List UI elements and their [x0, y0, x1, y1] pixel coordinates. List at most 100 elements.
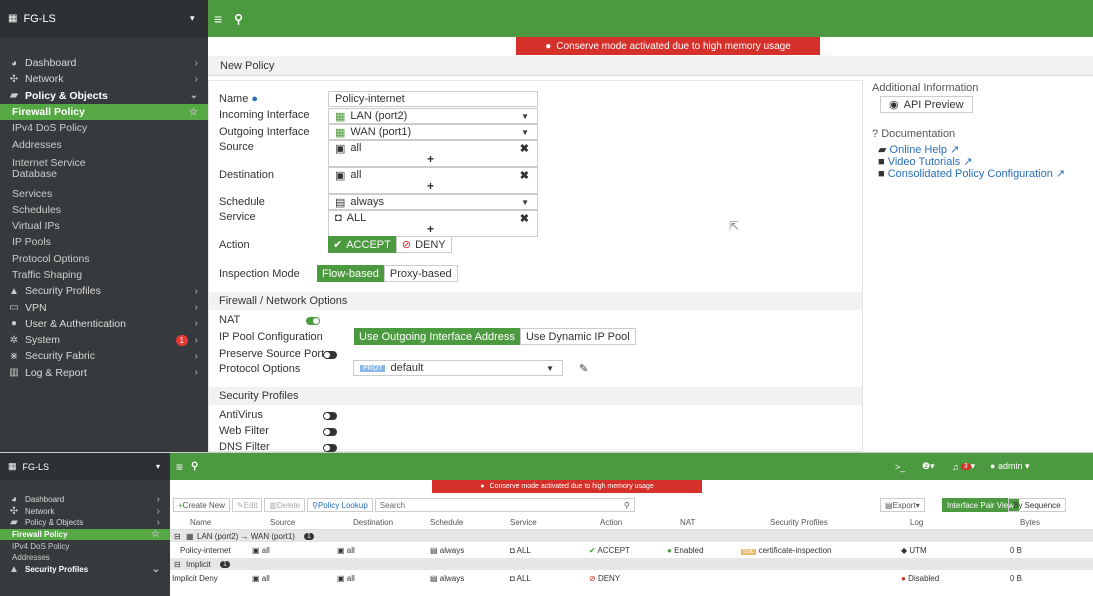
- sidebar-item-ip-pools[interactable]: IP Pools: [0, 234, 208, 250]
- antivirus-toggle[interactable]: [323, 412, 337, 420]
- add-service-icon[interactable]: +: [427, 222, 434, 236]
- column-header-action[interactable]: Action: [600, 518, 622, 527]
- notification-badge: 1: [175, 334, 188, 346]
- sidebar-item-firewall-policy[interactable]: Firewall Policy ☆: [0, 528, 170, 541]
- sidebar-item-log-report[interactable]: ▥ Log & Report ›: [0, 365, 208, 381]
- sidebar-item-dashboard[interactable]: ◕ Dashboard ›: [0, 55, 208, 71]
- table-row[interactable]: Implicit Deny ▣ all ▣ all ▤ always ◘ ALL…: [170, 571, 1093, 585]
- edit-pencil-icon[interactable]: ✎: [579, 362, 588, 375]
- search-icon[interactable]: ⚲: [191, 461, 198, 472]
- port-icon: ▦: [335, 126, 346, 139]
- remove-icon[interactable]: ✖: [520, 142, 529, 155]
- notifications-bell[interactable]: ♫ 3 ▾: [952, 461, 975, 472]
- export-button[interactable]: ▤ Export ▾: [880, 498, 925, 512]
- address-icon: ▣: [335, 170, 346, 182]
- documentation-title: ? Documentation: [872, 128, 956, 140]
- sidebar-item-internet-service-database[interactable]: Internet Service Database: [0, 153, 208, 186]
- sidebar-item-protocol-options[interactable]: Protocol Options: [0, 251, 208, 267]
- column-header-security-profiles[interactable]: Security Profiles: [770, 518, 828, 527]
- api-preview-button[interactable]: ◉ API Preview: [880, 96, 973, 113]
- sidebar-item-policy-objects[interactable]: ▰ Policy & Objects ⌄: [0, 88, 208, 104]
- sidebar-item-security-profiles[interactable]: ▲ Security Profiles ›: [0, 283, 208, 299]
- column-header-schedule[interactable]: Schedule: [430, 518, 463, 527]
- name-field[interactable]: Policy-internet: [328, 91, 538, 107]
- column-header-nat[interactable]: NAT: [680, 518, 695, 527]
- sidebar-item-traffic-shaping[interactable]: Traffic Shaping: [0, 267, 208, 283]
- consolidated-policy-link[interactable]: ■ Consolidated Policy Configuration ↗: [878, 167, 1065, 180]
- schedule-select[interactable]: ▤ always ▼: [328, 194, 538, 210]
- sidebar-item-ipv4-dos-policy[interactable]: IPv4 DoS Policy: [0, 120, 208, 136]
- column-header-bytes[interactable]: Bytes: [1020, 518, 1040, 527]
- search-input[interactable]: Search ⚲: [374, 498, 635, 512]
- remove-icon[interactable]: ✖: [520, 169, 529, 182]
- chevron-icon: ›: [194, 302, 198, 314]
- search-icon[interactable]: ⚲: [234, 12, 243, 26]
- favorite-star-icon[interactable]: ☆: [151, 529, 160, 540]
- column-header-source[interactable]: Source: [270, 518, 295, 527]
- column-header-service[interactable]: Service: [510, 518, 537, 527]
- group-row[interactable]: ⊟ ▦ LAN (port2) → WAN (port1) 1: [170, 530, 1093, 542]
- device-menu-chevron-icon[interactable]: ▾: [190, 13, 195, 24]
- sidebar-item-user-authentication[interactable]: ● User & Authentication ›: [0, 316, 208, 332]
- proxy-based-button[interactable]: Proxy-based: [383, 265, 458, 282]
- cell-name: Policy-internet: [180, 545, 231, 555]
- sidebar-item-security-fabric[interactable]: ⋇ Security Fabric ›: [0, 348, 208, 364]
- sidebar: ▦ FG-LS ▾ ◕ Dashboard › ✣ Network › ▰ Policy & …: [0, 453, 170, 596]
- deny-button[interactable]: ⊘ DENY: [395, 236, 452, 253]
- delete-button[interactable]: ▥ Delete: [264, 498, 306, 512]
- device-menu-chevron-icon[interactable]: ▾: [156, 462, 160, 471]
- incoming-interface-select[interactable]: ▦ LAN (port2) ▼: [328, 108, 538, 124]
- sidebar-item-addresses[interactable]: Addresses: [0, 136, 208, 152]
- favorite-star-icon[interactable]: ☆: [189, 107, 198, 118]
- remove-icon[interactable]: ✖: [520, 212, 529, 225]
- security-profiles-section: Security Profiles: [209, 387, 862, 405]
- add-source-icon[interactable]: +: [427, 152, 434, 166]
- sidebar-item-firewall-policy[interactable]: Firewall Policy ☆: [0, 103, 208, 121]
- column-header-log[interactable]: Log: [910, 518, 923, 527]
- flow-based-button[interactable]: Flow-based: [317, 265, 384, 282]
- policy-lookup-button[interactable]: ⚲ Policy Lookup: [307, 498, 373, 512]
- service-field[interactable]: ◘ ALL ✖ +: [328, 210, 538, 237]
- sidebar-item-virtual-ips[interactable]: Virtual IPs: [0, 218, 208, 234]
- sidebar-item-security-profiles[interactable]: ▲ Security Profiles ⌄: [0, 564, 170, 576]
- sidebar-item-addresses[interactable]: Addresses: [0, 552, 170, 564]
- table-row[interactable]: Policy-internet ▣ all ▣ all ▤ always ◘ A…: [170, 543, 1093, 557]
- sidebar-item-network[interactable]: ✣ Network ›: [0, 506, 170, 518]
- add-destination-icon[interactable]: +: [427, 179, 434, 193]
- destination-field[interactable]: ▣ all ✖ +: [328, 167, 538, 194]
- create-new-button[interactable]: + Create New: [173, 498, 230, 512]
- by-sequence-button[interactable]: By Sequence: [1008, 498, 1066, 512]
- sidebar-item-system[interactable]: ✲ System 1 ›: [0, 332, 208, 348]
- sidebar-item-services[interactable]: Services: [0, 185, 208, 201]
- sidebar-item-schedules[interactable]: Schedules: [0, 202, 208, 218]
- column-header-destination[interactable]: Destination: [353, 518, 393, 527]
- menu-toggle-icon[interactable]: ≡: [176, 460, 183, 474]
- web-filter-toggle[interactable]: [323, 428, 337, 436]
- trash-icon: ▥: [269, 500, 277, 510]
- source-field[interactable]: ▣ all ✖ +: [328, 140, 538, 167]
- accept-button[interactable]: ✔ ACCEPT: [328, 236, 396, 253]
- use-outgoing-interface-button[interactable]: Use Outgoing Interface Address: [354, 328, 520, 345]
- sidebar-item-policy-objects[interactable]: ▰ Policy & Objects ›: [0, 517, 170, 529]
- protocol-options-select[interactable]: PROT default ▼: [353, 360, 563, 376]
- admin-menu[interactable]: ● admin ▾: [990, 461, 1030, 472]
- column-header-name[interactable]: Name: [190, 518, 211, 527]
- sidebar-item-label: Firewall Policy: [12, 530, 68, 540]
- preserve-source-port-toggle[interactable]: [323, 351, 337, 359]
- mouse-cursor-icon: ⇱: [729, 219, 740, 233]
- sidebar-item-ipv4-dos-policy[interactable]: IPv4 DoS Policy: [0, 540, 170, 552]
- outgoing-interface-select[interactable]: ▦ WAN (port1) ▼: [328, 124, 538, 140]
- edit-button[interactable]: ✎ Edit: [231, 498, 263, 512]
- cli-icon[interactable]: >_: [895, 462, 905, 472]
- help-icon[interactable]: ❷▾: [922, 461, 935, 472]
- sidebar-item-dashboard[interactable]: ◕ Dashboard ›: [0, 494, 170, 506]
- nat-toggle[interactable]: [306, 317, 320, 325]
- chevron-icon: ⌄: [151, 563, 160, 575]
- sidebar-item-network[interactable]: ✣ Network ›: [0, 71, 208, 87]
- menu-toggle-icon[interactable]: ≡: [214, 11, 222, 27]
- dns-filter-toggle[interactable]: [323, 444, 337, 452]
- use-dynamic-ip-pool-button[interactable]: Use Dynamic IP Pool: [519, 328, 636, 345]
- group-row[interactable]: ⊟ Implicit 1: [170, 558, 1093, 570]
- group-label: Implicit: [186, 559, 211, 569]
- sidebar-item-vpn[interactable]: ▭ VPN ›: [0, 299, 208, 315]
